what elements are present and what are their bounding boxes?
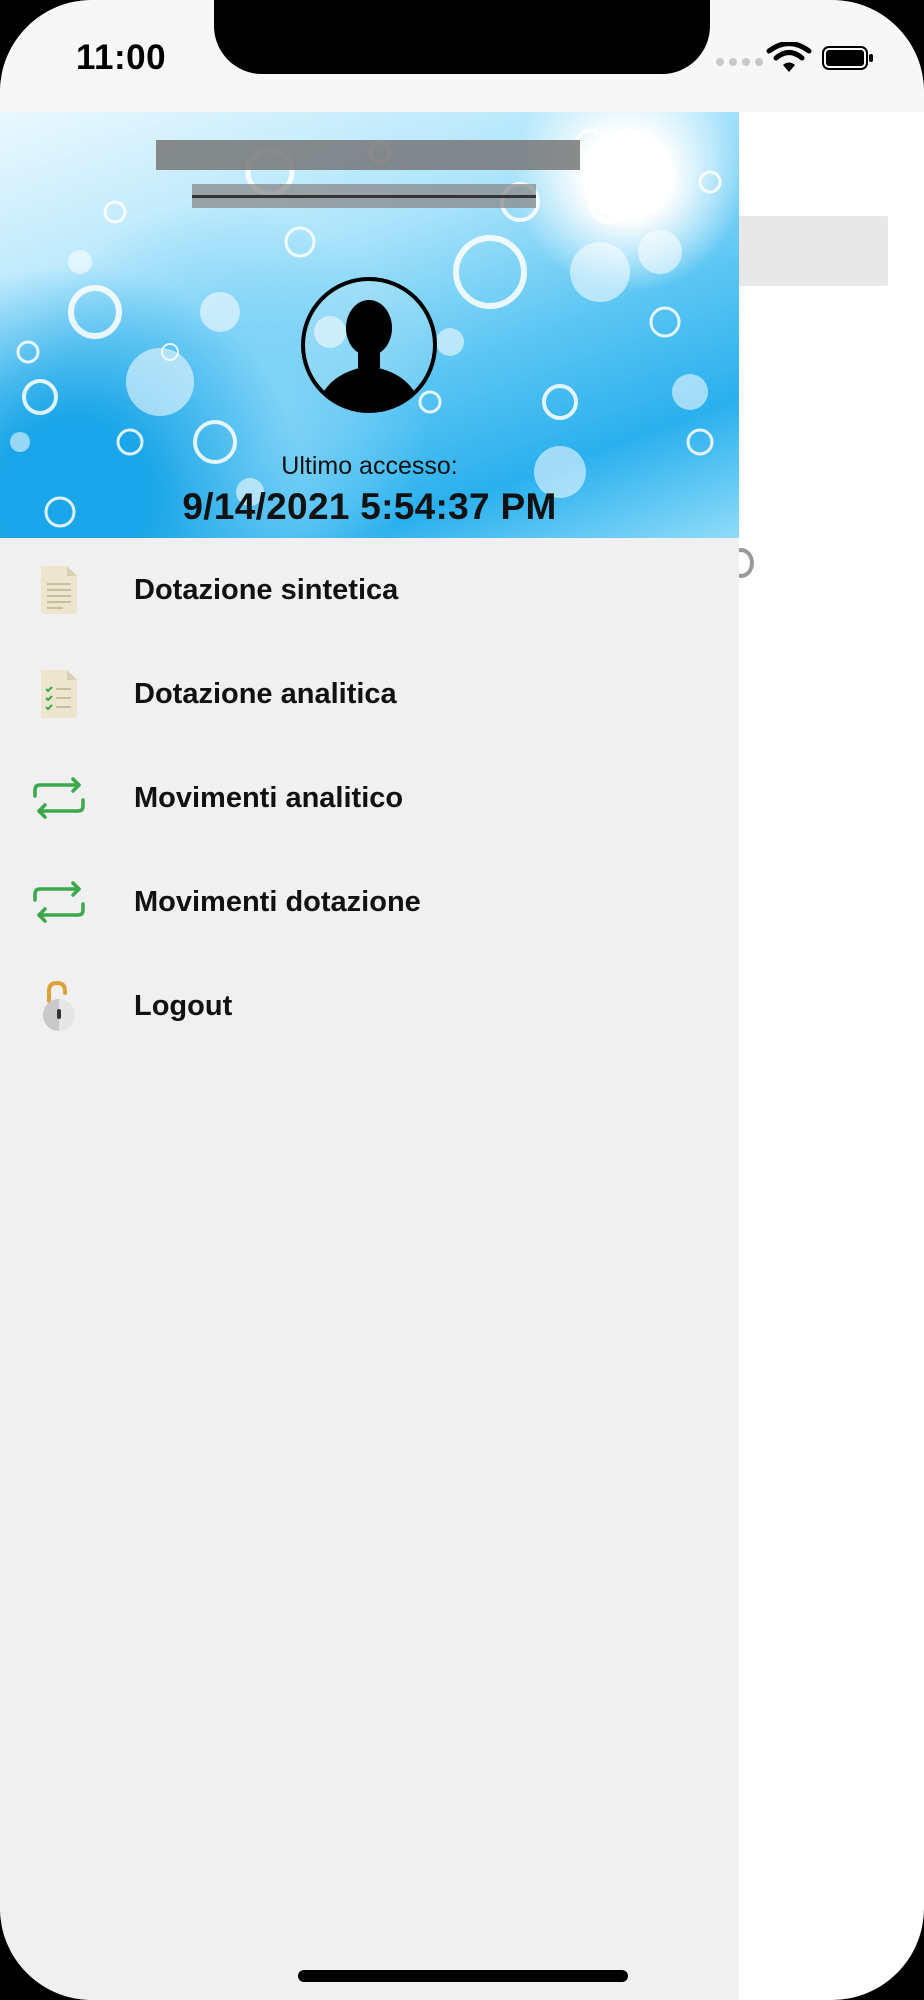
menu-item-logout[interactable]: Logout bbox=[0, 954, 739, 1058]
menu-item-movimenti-analitico[interactable]: Movimenti analitico bbox=[0, 746, 739, 850]
home-indicator[interactable] bbox=[298, 1970, 628, 1982]
menu-item-movimenti-dotazione[interactable]: Movimenti dotazione bbox=[0, 850, 739, 954]
status-bar: 11:00 bbox=[0, 0, 924, 112]
unlocked-padlock-icon bbox=[30, 977, 88, 1035]
menu-item-label: Dotazione sintetica bbox=[134, 573, 399, 606]
menu-item-label: Dotazione analitica bbox=[134, 677, 397, 710]
last-access-label: Ultimo accesso: bbox=[281, 452, 458, 480]
avatar bbox=[301, 277, 437, 413]
menu-item-label: Movimenti analitico bbox=[134, 781, 404, 814]
document-icon bbox=[30, 561, 88, 619]
background-content-bar bbox=[738, 216, 888, 286]
drawer-menu: Dotazione sintetica Dotazione analitica … bbox=[0, 538, 739, 1058]
navigation-drawer: Ultimo accesso: 9/14/2021 5:54:37 PM Dot… bbox=[0, 112, 739, 2000]
redacted-user-name bbox=[156, 140, 580, 170]
battery-icon bbox=[822, 46, 873, 70]
redaction-strike-line bbox=[192, 195, 536, 198]
status-time: 11:00 bbox=[76, 38, 167, 77]
cellular-signal-icon bbox=[716, 58, 763, 66]
swap-arrows-icon bbox=[30, 769, 88, 827]
menu-item-label: Movimenti dotazione bbox=[134, 885, 421, 918]
checklist-document-icon bbox=[30, 665, 88, 723]
menu-item-dotazione-analitica[interactable]: Dotazione analitica bbox=[0, 642, 739, 746]
wifi-icon bbox=[766, 42, 812, 72]
device-notch bbox=[214, 0, 710, 74]
menu-item-label: Logout bbox=[134, 989, 233, 1022]
menu-item-dotazione-sintetica[interactable]: Dotazione sintetica bbox=[0, 538, 739, 642]
last-access-value: 9/14/2021 5:54:37 PM bbox=[182, 486, 557, 527]
swap-arrows-icon bbox=[30, 873, 88, 931]
app-screen: 11:00 Ultimo accesso: 9/14/2021 5:54:37 … bbox=[0, 0, 924, 2000]
drawer-header: Ultimo accesso: 9/14/2021 5:54:37 PM bbox=[0, 112, 739, 538]
